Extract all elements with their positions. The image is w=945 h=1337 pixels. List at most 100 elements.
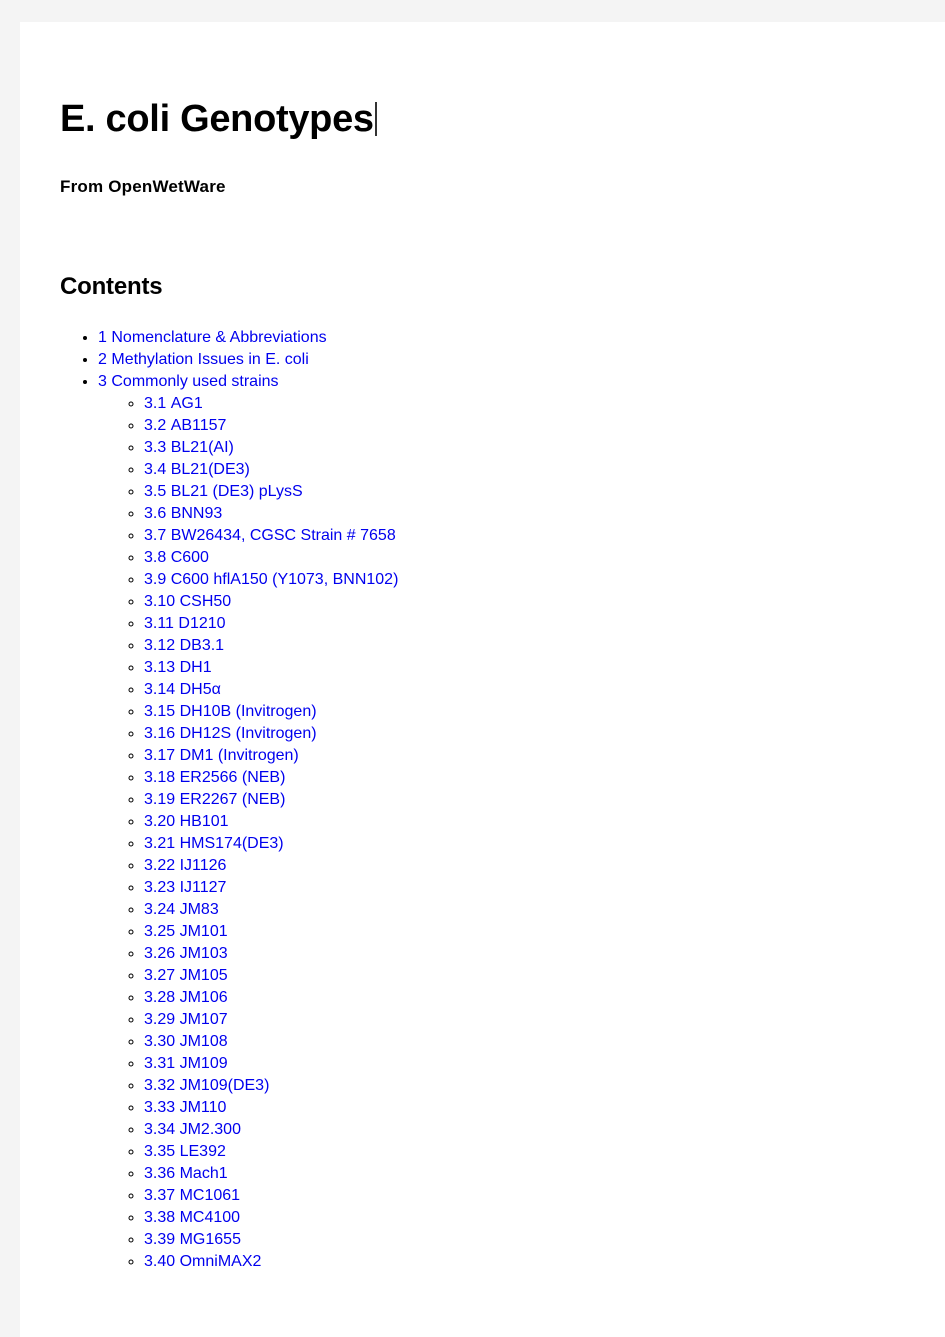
toc-link[interactable]: 3.20 HB101 (144, 813, 229, 830)
toc-label: C600 (170, 549, 209, 566)
page-title-text: E. coli Genotypes (60, 98, 374, 140)
toc-item-level2: 3.17 DM1 (Invitrogen) (144, 745, 920, 767)
browser-chrome-band (0, 0, 945, 22)
toc-link[interactable]: 3.15 DH10B (Invitrogen) (144, 703, 317, 720)
toc-number: 3.9 (144, 571, 167, 588)
toc-link[interactable]: 3.16 DH12S (Invitrogen) (144, 725, 317, 742)
toc-link[interactable]: 3.14 DH5α (144, 681, 221, 698)
toc-number: 3.28 (144, 989, 176, 1006)
toc-item-level2: 3.23 IJ1127 (144, 877, 920, 899)
toc-link[interactable]: 3.12 DB3.1 (144, 637, 224, 654)
toc-number: 3.38 (144, 1209, 176, 1226)
toc-link[interactable]: 3.26 JM103 (144, 945, 228, 962)
toc-item-level2: 3.3 BL21(AI) (144, 437, 920, 459)
toc-link[interactable]: 3.17 DM1 (Invitrogen) (144, 747, 299, 764)
toc-number: 3.27 (144, 967, 176, 984)
toc-item-level2: 3.37 MC1061 (144, 1185, 920, 1207)
toc-link[interactable]: 3.9 C600 hflA150 (Y1073, BNN102) (144, 571, 398, 588)
toc-item-level2: 3.2 AB1157 (144, 415, 920, 437)
toc-link[interactable]: 3.30 JM108 (144, 1033, 228, 1050)
toc-number: 3.13 (144, 659, 176, 676)
toc-link[interactable]: 3.25 JM101 (144, 923, 228, 940)
toc-number: 3.19 (144, 791, 176, 808)
toc-link[interactable]: 3.13 DH1 (144, 659, 212, 676)
toc-label: ER2566 (NEB) (179, 769, 286, 786)
toc-link[interactable]: 3.36 Mach1 (144, 1165, 228, 1182)
toc-item-level2: 3.4 BL21(DE3) (144, 459, 920, 481)
toc-number: 3.6 (144, 505, 167, 522)
toc-item-level2: 3.22 IJ1126 (144, 855, 920, 877)
toc-label: JM110 (179, 1099, 227, 1116)
toc-label: BL21 (DE3) pLysS (170, 483, 303, 500)
toc-label: D1210 (178, 615, 226, 632)
toc-link[interactable]: 2 Methylation Issues in E. coli (98, 351, 309, 368)
toc-label: DB3.1 (179, 637, 225, 654)
toc-link[interactable]: 3.3 BL21(AI) (144, 439, 234, 456)
toc-label: DH10B (Invitrogen) (179, 703, 317, 720)
toc-link[interactable]: 3.32 JM109(DE3) (144, 1077, 269, 1094)
toc-link[interactable]: 3.27 JM105 (144, 967, 228, 984)
toc-item-level2: 3.25 JM101 (144, 921, 920, 943)
toc-number: 3.34 (144, 1121, 176, 1138)
toc-list-level2: 3.1 AG1 3.2 AB1157 3.3 BL21(AI) 3.4 BL21(DE… (98, 393, 920, 1273)
toc-link[interactable]: 3.18 ER2566 (NEB) (144, 769, 285, 786)
toc-link[interactable]: 1 Nomenclature & Abbreviations (98, 329, 327, 346)
toc-number: 3.5 (144, 483, 167, 500)
toc-item-level2: 3.38 MC4100 (144, 1207, 920, 1229)
toc-item-level2: 3.34 JM2.300 (144, 1119, 920, 1141)
toc-number: 3.14 (144, 681, 176, 698)
toc-item-level2: 3.10 CSH50 (144, 591, 920, 613)
toc-number: 3.2 (144, 417, 167, 434)
toc-label: CSH50 (179, 593, 232, 610)
toc-label: OmniMAX2 (179, 1253, 262, 1270)
toc-link[interactable]: 3 Commonly used strains (98, 373, 279, 390)
toc-link[interactable]: 3.7 BW26434, CGSC Strain # 7658 (144, 527, 396, 544)
toc-link[interactable]: 3.6 BNN93 (144, 505, 222, 522)
toc-link[interactable]: 3.2 AB1157 (144, 417, 226, 434)
toc-link[interactable]: 3.38 MC4100 (144, 1209, 240, 1226)
toc-number: 3.4 (144, 461, 167, 478)
toc-number: 2 (98, 351, 107, 368)
toc-label: JM103 (179, 945, 228, 962)
toc-item-level2: 3.13 DH1 (144, 657, 920, 679)
toc-link[interactable]: 3.23 IJ1127 (144, 879, 226, 896)
toc-number: 3.1 (144, 395, 167, 412)
toc-link[interactable]: 3.31 JM109 (144, 1055, 228, 1072)
toc-item-level2: 3.14 DH5α (144, 679, 920, 701)
toc-link[interactable]: 3.39 MG1655 (144, 1231, 241, 1248)
toc-link[interactable]: 3.21 HMS174(DE3) (144, 835, 284, 852)
toc-link[interactable]: 3.8 C600 (144, 549, 209, 566)
toc-label: DH5α (179, 681, 221, 698)
toc-link[interactable]: 3.24 JM83 (144, 901, 219, 918)
toc-link[interactable]: 3.33 JM110 (144, 1099, 226, 1116)
toc-number: 3.7 (144, 527, 167, 544)
toc-label: LE392 (179, 1143, 226, 1160)
table-of-contents: 1 Nomenclature & Abbreviations 2 Methylat… (60, 327, 920, 1273)
toc-number: 3.20 (144, 813, 176, 830)
toc-link[interactable]: 3.34 JM2.300 (144, 1121, 241, 1138)
toc-link[interactable]: 3.35 LE392 (144, 1143, 226, 1160)
toc-number: 3.12 (144, 637, 176, 654)
toc-number: 3.32 (144, 1077, 176, 1094)
toc-label: IJ1126 (179, 857, 227, 874)
toc-link[interactable]: 3.37 MC1061 (144, 1187, 240, 1204)
toc-item-level2: 3.26 JM103 (144, 943, 920, 965)
toc-item-level2: 3.33 JM110 (144, 1097, 920, 1119)
toc-link[interactable]: 3.10 CSH50 (144, 593, 231, 610)
toc-link[interactable]: 3.5 BL21 (DE3) pLysS (144, 483, 303, 500)
toc-link[interactable]: 3.4 BL21(DE3) (144, 461, 250, 478)
toc-label: JM106 (179, 989, 228, 1006)
toc-item-level2: 3.18 ER2566 (NEB) (144, 767, 920, 789)
toc-list-level1: 1 Nomenclature & Abbreviations 2 Methylat… (60, 327, 920, 1273)
toc-link[interactable]: 3.1 AG1 (144, 395, 203, 412)
toc-number: 3.18 (144, 769, 176, 786)
toc-link[interactable]: 3.29 JM107 (144, 1011, 228, 1028)
toc-item-level2: 3.1 AG1 (144, 393, 920, 415)
toc-link[interactable]: 3.40 OmniMAX2 (144, 1253, 261, 1270)
toc-link[interactable]: 3.28 JM106 (144, 989, 228, 1006)
toc-label: MG1655 (179, 1231, 241, 1248)
toc-link[interactable]: 3.19 ER2267 (NEB) (144, 791, 285, 808)
toc-link[interactable]: 3.22 IJ1126 (144, 857, 226, 874)
toc-label: BL21(DE3) (170, 461, 250, 478)
toc-link[interactable]: 3.11 D1210 (144, 615, 226, 632)
